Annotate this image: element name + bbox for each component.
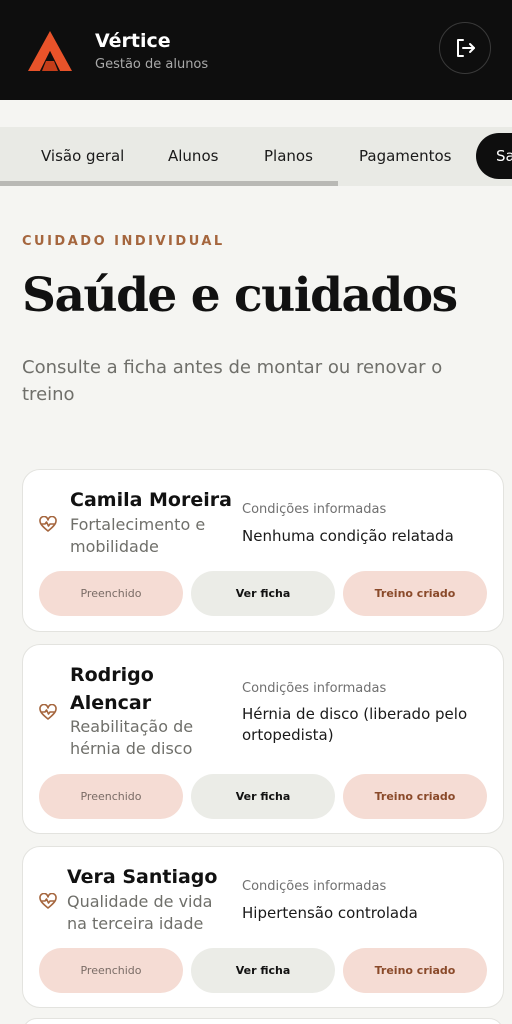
heart-pulse-icon	[39, 704, 57, 720]
heart-pulse-icon	[39, 516, 57, 532]
student-goal: Fortalecimento e mobilidade	[70, 515, 206, 556]
plan-status-badge: Treino criado	[343, 774, 487, 819]
student-goal: Reabilitação de hérnia de disco	[70, 717, 194, 758]
status-badge: Preenchido	[39, 774, 183, 819]
student-name: Camila Moreira	[70, 489, 232, 511]
tab-visao-geral[interactable]: Visão geral	[41, 147, 124, 165]
conditions-value: Hipertensão controlada	[242, 904, 418, 922]
student-name: Rodrigo Alencar	[70, 664, 154, 714]
status-badge: Preenchido	[39, 948, 183, 993]
logout-button[interactable]	[439, 22, 491, 74]
status-badge: Preenchido	[39, 571, 183, 616]
student-goal: Qualidade de vida na terceira idade	[67, 892, 213, 933]
tab-saude-active[interactable]: Sa	[476, 133, 512, 179]
conditions-label: Condições informadas	[242, 681, 387, 696]
conditions-label: Condições informadas	[242, 879, 387, 894]
heart-pulse-icon	[39, 893, 57, 909]
conditions-value: Hérnia de disco (liberado pelo ortopedis…	[242, 705, 468, 744]
conditions-label: Condições informadas	[242, 502, 387, 517]
app-name: Vértice	[95, 30, 171, 52]
page-title: Saúde e cuidados	[22, 268, 458, 323]
tab-planos[interactable]: Planos	[264, 147, 313, 165]
tab-scroll-indicator[interactable]	[0, 181, 338, 186]
view-record-button[interactable]: Ver ficha	[191, 774, 335, 819]
student-card-partial	[22, 1018, 504, 1024]
student-card: Vera Santiago Qualidade de vida na terce…	[22, 846, 504, 1008]
student-card: Rodrigo Alencar Reabilitação de hérnia d…	[22, 644, 504, 834]
app-header: Vértice Gestão de alunos	[0, 0, 512, 100]
brand-logo-icon	[28, 31, 72, 71]
tab-alunos[interactable]: Alunos	[168, 147, 218, 165]
tab-pagamentos[interactable]: Pagamentos	[359, 147, 452, 165]
view-record-button[interactable]: Ver ficha	[191, 948, 335, 993]
student-name: Vera Santiago	[67, 866, 218, 888]
tab-bar[interactable]: Visão geral Alunos Planos Pagamentos Sa	[0, 127, 512, 186]
page-subtitle: Consulte a ficha antes de montar ou reno…	[22, 357, 443, 405]
section-eyebrow: CUIDADO INDIVIDUAL	[22, 234, 225, 249]
app-subtitle: Gestão de alunos	[95, 57, 209, 72]
logout-icon	[457, 39, 475, 57]
conditions-value: Nenhuma condição relatada	[242, 527, 454, 545]
plan-status-badge: Treino criado	[343, 948, 487, 993]
student-card: Camila Moreira Fortalecimento e mobilida…	[22, 469, 504, 632]
view-record-button[interactable]: Ver ficha	[191, 571, 335, 616]
plan-status-badge: Treino criado	[343, 571, 487, 616]
